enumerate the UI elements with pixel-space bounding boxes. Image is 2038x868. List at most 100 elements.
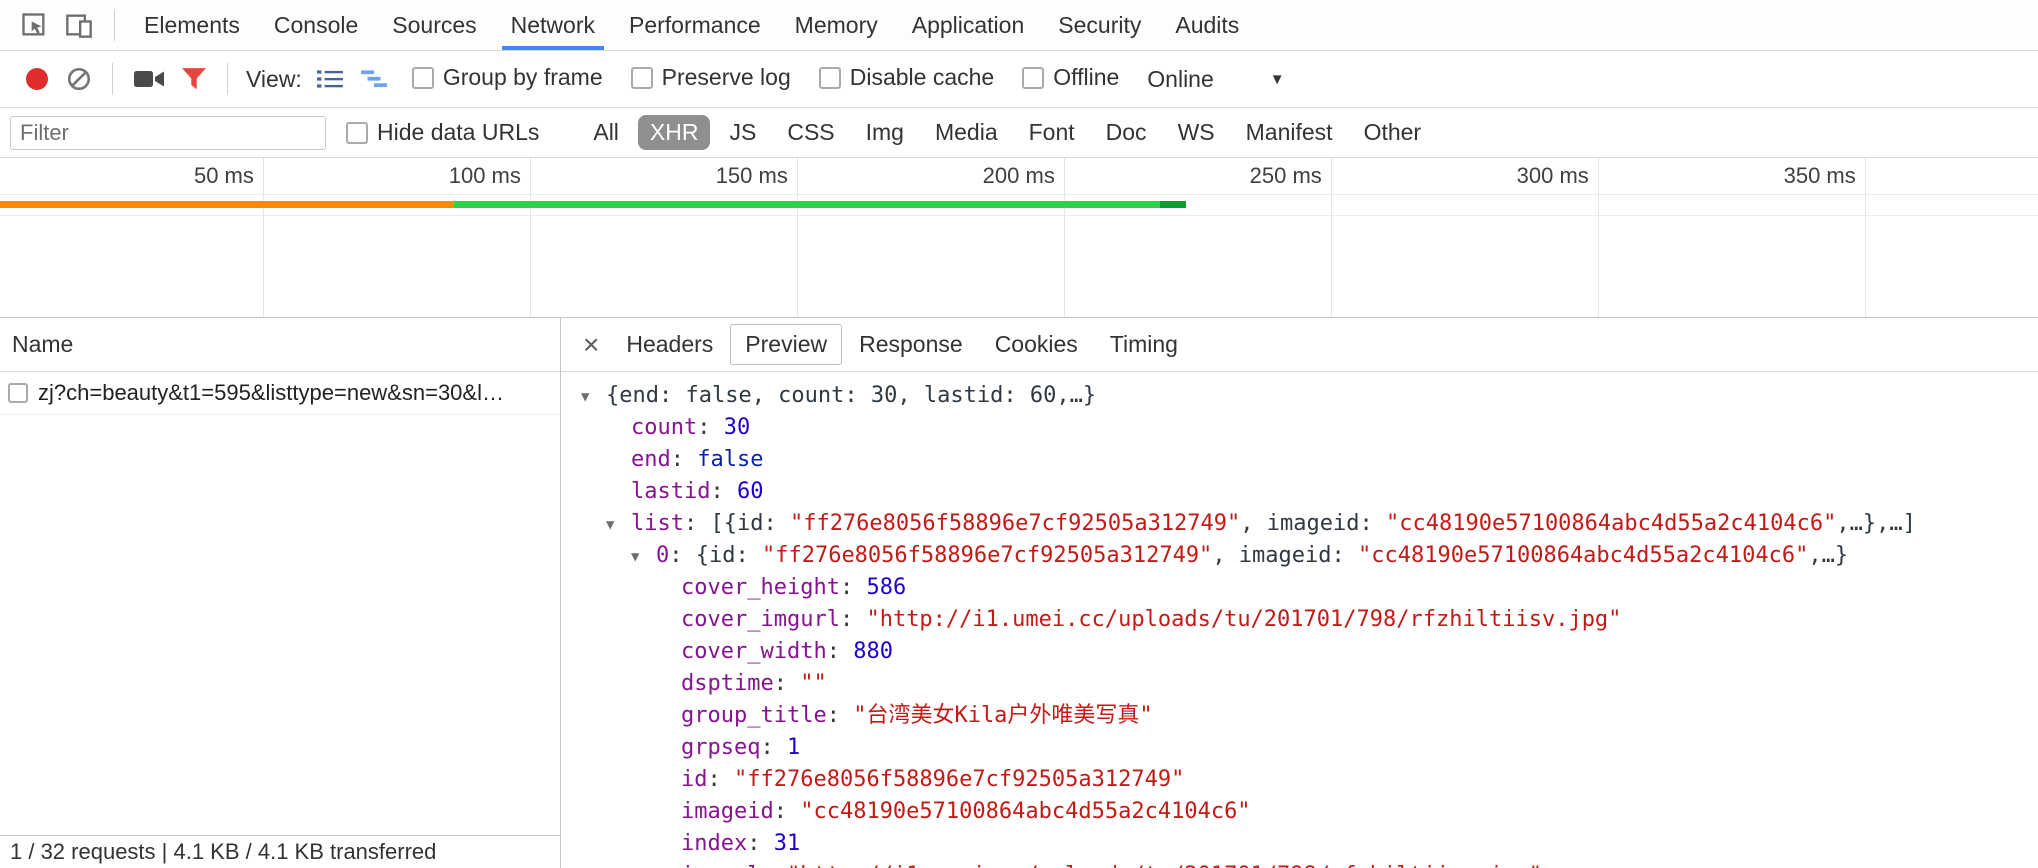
preview-line: cover_width: 880 — [561, 636, 2038, 668]
json-token-plain: : — [774, 799, 801, 824]
hide-data-urls-checkbox[interactable] — [346, 122, 368, 144]
json-token-plain: ,…},…] — [1836, 511, 1915, 536]
checkbox-preserve-log[interactable]: Preserve log — [631, 64, 791, 91]
preview-line: group_title: "台湾美女Kila户外唯美写真" — [561, 700, 2038, 732]
tab-network[interactable]: Network — [494, 0, 612, 50]
json-token-plain: , imageid: — [1212, 543, 1358, 568]
requests-panel: Name zj?ch=beauty&t1=595&listtype=new&sn… — [0, 318, 561, 868]
preview-line: id: "ff276e8056f58896e7cf92505a312749" — [561, 764, 2038, 796]
tab-application[interactable]: Application — [895, 0, 1042, 50]
json-token-plain: : — [840, 607, 867, 632]
json-token-plain: : — [697, 415, 724, 440]
record-button[interactable] — [26, 68, 48, 90]
detail-tab-headers[interactable]: Headers — [611, 324, 728, 365]
json-token-number: 1 — [787, 735, 800, 760]
tab-performance[interactable]: Performance — [612, 0, 778, 50]
filter-pill-doc[interactable]: Doc — [1094, 115, 1159, 150]
tab-console[interactable]: Console — [257, 0, 375, 50]
checkbox-hide-data-urls[interactable]: Hide data URLs — [346, 119, 539, 146]
filter-pill-all[interactable]: All — [581, 115, 631, 150]
json-token-plain: : — [827, 703, 854, 728]
request-list: zj?ch=beauty&t1=595&listtype=new&sn=30&l… — [0, 372, 560, 415]
preview-line: ▼0: {id: "ff276e8056f58896e7cf92505a3127… — [561, 540, 2038, 572]
json-token-name: imgurl — [681, 863, 760, 868]
preserve-log-checkbox[interactable] — [631, 67, 653, 89]
checkbox-offline[interactable]: Offline — [1022, 64, 1119, 91]
throttling-dropdown[interactable]: Online ▼ — [1147, 66, 1284, 93]
detail-tab-response[interactable]: Response — [844, 324, 978, 365]
hide-data-urls-label: Hide data URLs — [377, 119, 539, 146]
json-token-string: "cc48190e57100864abc4d55a2c4104c6" — [1358, 543, 1808, 568]
overview-loading-bar — [454, 201, 1186, 208]
preview-line: count: 30 — [561, 412, 2038, 444]
device-toolbar-icon[interactable] — [56, 11, 102, 39]
tab-security[interactable]: Security — [1041, 0, 1158, 50]
inspect-element-icon[interactable] — [12, 11, 56, 39]
timeline-tick-label: 300 ms — [1517, 163, 1598, 189]
json-token-plain: : — [710, 479, 737, 504]
filter-pill-css[interactable]: CSS — [775, 115, 846, 150]
timeline-overview: 50 ms100 ms150 ms200 ms250 ms300 ms350 m… — [0, 158, 2038, 318]
screenshot-capture-icon[interactable] — [125, 67, 173, 91]
main-tabs: ElementsConsoleSourcesNetworkPerformance… — [127, 0, 1256, 50]
disclosure-arrow-icon[interactable]: ▼ — [606, 509, 631, 541]
detail-tab-cookies[interactable]: Cookies — [980, 324, 1093, 365]
checkbox-disable-cache[interactable]: Disable cache — [819, 64, 994, 91]
preview-line: imageid: "cc48190e57100864abc4d55a2c4104… — [561, 796, 2038, 828]
json-token-string: "cc48190e57100864abc4d55a2c4104c6" — [800, 799, 1250, 824]
checkbox-group-by-frame[interactable]: Group by frame — [412, 64, 603, 91]
request-checkbox[interactable] — [8, 383, 28, 403]
devtools-window: ElementsConsoleSourcesNetworkPerformance… — [0, 0, 2038, 868]
json-token-boolean: false — [697, 447, 763, 472]
offline-checkbox[interactable] — [1022, 67, 1044, 89]
disclosure-arrow-icon[interactable]: ▼ — [581, 381, 606, 413]
preview-line: grpseq: 1 — [561, 732, 2038, 764]
list-view-icon[interactable] — [308, 68, 352, 90]
timeline-tick-label: 250 ms — [1250, 163, 1331, 189]
network-toolbar: View: Group by framePreserve logDisable … — [0, 51, 2038, 108]
devtools-tool-icons — [0, 0, 127, 50]
overview-strip[interactable] — [0, 195, 2038, 216]
tab-memory[interactable]: Memory — [778, 0, 895, 50]
tab-elements[interactable]: Elements — [127, 0, 257, 50]
timeline-tick-label: 50 ms — [194, 163, 263, 189]
filter-pill-font[interactable]: Font — [1017, 115, 1087, 150]
json-token-plain: : — [760, 863, 787, 868]
filter-input[interactable] — [10, 116, 326, 150]
json-token-string: "台湾美女Kila户外唯美写真" — [853, 703, 1152, 728]
detail-tab-timing[interactable]: Timing — [1095, 324, 1193, 365]
timeline-tick-label: 200 ms — [983, 163, 1064, 189]
waterfall-area — [0, 216, 2038, 317]
request-row[interactable]: zj?ch=beauty&t1=595&listtype=new&sn=30&l… — [0, 372, 560, 415]
tab-audits[interactable]: Audits — [1158, 0, 1256, 50]
disable-cache-checkbox[interactable] — [819, 67, 841, 89]
filter-pill-ws[interactable]: WS — [1166, 115, 1227, 150]
filter-pill-media[interactable]: Media — [923, 115, 1010, 150]
json-token-name: cover_height — [681, 575, 840, 600]
disable-cache-label: Disable cache — [850, 64, 994, 91]
filter-pill-manifest[interactable]: Manifest — [1234, 115, 1345, 150]
json-token-plain: : — [708, 767, 735, 792]
filter-pill-other[interactable]: Other — [1352, 115, 1434, 150]
json-token-string: "ff276e8056f58896e7cf92505a312749" — [790, 511, 1240, 536]
json-token-plain: ,…} — [1808, 543, 1848, 568]
filter-pill-img[interactable]: Img — [854, 115, 916, 150]
name-column-header[interactable]: Name — [0, 318, 560, 372]
disclosure-arrow-icon[interactable]: ▼ — [631, 541, 656, 573]
timeline-ticks: 50 ms100 ms150 ms200 ms250 ms300 ms350 m… — [0, 158, 2038, 195]
filter-pill-xhr[interactable]: XHR — [638, 115, 711, 150]
filter-icon[interactable] — [173, 67, 215, 91]
json-token-name: imageid — [681, 799, 774, 824]
json-token-name: group_title — [681, 703, 827, 728]
timeline-tick-label: 100 ms — [449, 163, 530, 189]
request-name: zj?ch=beauty&t1=595&listtype=new&sn=30&l… — [38, 380, 560, 406]
overview-view-icon[interactable] — [352, 68, 396, 90]
json-token-plain: : — [774, 671, 801, 696]
close-icon[interactable]: × — [571, 331, 611, 359]
filter-pill-js[interactable]: JS — [717, 115, 768, 150]
preview-line: lastid: 60 — [561, 476, 2038, 508]
clear-button[interactable] — [58, 66, 100, 92]
tab-sources[interactable]: Sources — [375, 0, 493, 50]
group-by-frame-checkbox[interactable] — [412, 67, 434, 89]
detail-tab-preview[interactable]: Preview — [730, 324, 842, 365]
